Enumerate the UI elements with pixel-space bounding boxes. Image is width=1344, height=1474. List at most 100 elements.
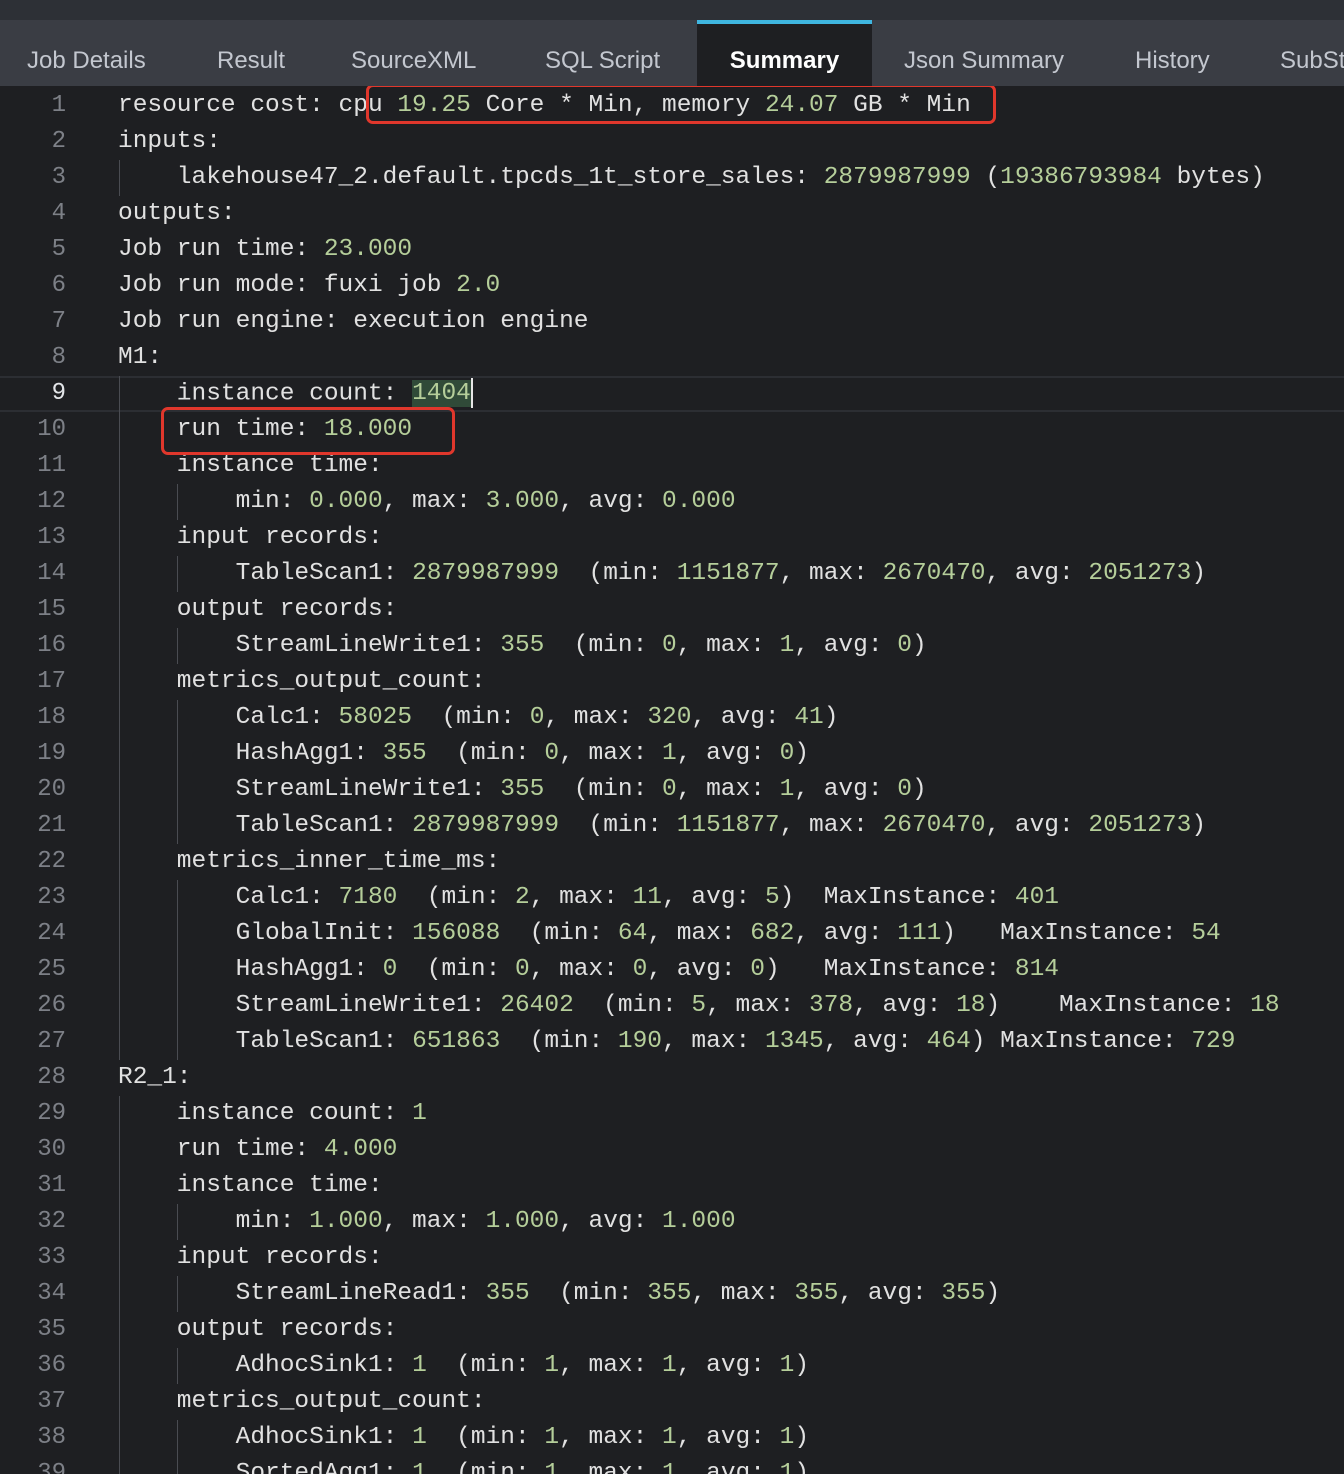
line-number: 24 [37,920,66,947]
code-line[interactable]: 27 TableScan1: 651863 (min: 190, max: 13… [0,1024,1344,1060]
code-line[interactable]: 12 min: 0.000, max: 3.000, avg: 0.000 [0,484,1344,520]
code-text: Job run mode: fuxi job 2.0 [118,272,501,299]
code-line[interactable]: 34 StreamLineRead1: 355 (min: 355, max: … [0,1276,1344,1312]
code-line[interactable]: 26 StreamLineWrite1: 26402 (min: 5, max:… [0,988,1344,1024]
line-number: 5 [51,236,66,263]
code-line[interactable]: 37 metrics_output_count: [0,1384,1344,1420]
code-text: min: 1.000, max: 1.000, avg: 1.000 [118,1208,736,1235]
code-text: TableScan1: 651863 (min: 190, max: 1345,… [118,1028,1236,1055]
annotation-box-run-time [161,407,455,455]
code-line[interactable]: 35 output records: [0,1312,1344,1348]
code-line[interactable]: 25 HashAgg1: 0 (min: 0, max: 0, avg: 0) … [0,952,1344,988]
indent-guide [177,880,178,1060]
code-text: instance time: [118,1172,383,1199]
summary-code-editor[interactable]: 1 resource cost: cpu 19.25 Core * Min, me… [0,86,1344,1474]
line-number: 29 [37,1100,66,1127]
indent-guide [177,1276,178,1312]
line-number: 10 [37,416,66,443]
code-text: SortedAgg1: 1 (min: 1, max: 1, avg: 1) [118,1460,810,1474]
code-line[interactable]: 22 metrics_inner_time_ms: [0,844,1344,880]
indent-guide [119,1096,120,1474]
code-line[interactable]: 36 AdhocSink1: 1 (min: 1, max: 1, avg: 1… [0,1348,1344,1384]
code-text: Calc1: 7180 (min: 2, max: 11, avg: 5) Ma… [118,884,1059,911]
code-line[interactable]: 33 input records: [0,1240,1344,1276]
code-line[interactable]: 24 GlobalInit: 156088 (min: 64, max: 682… [0,916,1344,952]
tab-sql-script[interactable]: SQL Script [545,20,660,86]
code-line[interactable]: 4 outputs: [0,196,1344,232]
line-number: 6 [51,272,66,299]
tab-job-details[interactable]: Job Details [27,20,146,86]
code-line[interactable]: 28 R2_1: [0,1060,1344,1096]
code-text: GlobalInit: 156088 (min: 64, max: 682, a… [118,920,1221,947]
line-number: 33 [37,1244,66,1271]
code-line[interactable]: 29 instance count: 1 [0,1096,1344,1132]
tab-history[interactable]: History [1135,20,1210,86]
line-number: 11 [37,452,66,479]
code-line[interactable]: 17 metrics_output_count: [0,664,1344,700]
text-cursor [470,378,473,408]
code-line[interactable]: 14 TableScan1: 2879987999 (min: 1151877,… [0,556,1344,592]
code-text: StreamLineWrite1: 355 (min: 0, max: 1, a… [118,776,927,803]
code-line[interactable]: 6 Job run mode: fuxi job 2.0 [0,268,1344,304]
line-number: 7 [51,308,66,335]
code-text: HashAgg1: 355 (min: 0, max: 1, avg: 0) [118,740,810,767]
tab-result[interactable]: Result [217,20,285,86]
code-line[interactable]: 7 Job run engine: execution engine [0,304,1344,340]
line-number: 9 [51,380,66,407]
indent-guide [177,700,178,844]
code-line[interactable]: 31 instance time: [0,1168,1344,1204]
code-line[interactable]: 5 Job run time: 23.000 [0,232,1344,268]
line-number: 16 [37,632,66,659]
indent-guide [119,376,120,1060]
tab-json-summary[interactable]: Json Summary [904,20,1064,86]
code-line[interactable]: 21 TableScan1: 2879987999 (min: 1151877,… [0,808,1344,844]
code-line[interactable]: 16 StreamLineWrite1: 355 (min: 0, max: 1… [0,628,1344,664]
code-line[interactable]: 23 Calc1: 7180 (min: 2, max: 11, avg: 5)… [0,880,1344,916]
code-line[interactable]: 13 input records: [0,520,1344,556]
indent-guide [177,556,178,592]
code-text: StreamLineRead1: 355 (min: 355, max: 355… [118,1280,1001,1307]
code-text: metrics_output_count: [118,668,486,695]
code-text: Calc1: 58025 (min: 0, max: 320, avg: 41) [118,704,839,731]
code-line[interactable]: 18 Calc1: 58025 (min: 0, max: 320, avg: … [0,700,1344,736]
code-text: inputs: [118,128,221,155]
line-number: 37 [37,1388,66,1415]
line-number: 32 [37,1208,66,1235]
code-text: M1: [118,344,163,371]
line-number: 8 [51,344,66,371]
code-text: metrics_output_count: [118,1388,486,1415]
code-line[interactable]: 19 HashAgg1: 355 (min: 0, max: 1, avg: 0… [0,736,1344,772]
code-line[interactable]: 20 StreamLineWrite1: 355 (min: 0, max: 1… [0,772,1344,808]
code-text: AdhocSink1: 1 (min: 1, max: 1, avg: 1) [118,1424,810,1451]
line-number: 34 [37,1280,66,1307]
indent-guide [177,484,178,520]
code-text: min: 0.000, max: 3.000, avg: 0.000 [118,488,736,515]
line-number: 4 [51,200,66,227]
code-line[interactable]: 3 lakehouse47_2.default.tpcds_1t_store_s… [0,160,1344,196]
line-number: 23 [37,884,66,911]
code-text: StreamLineWrite1: 355 (min: 0, max: 1, a… [118,632,927,659]
code-line[interactable]: 38 AdhocSink1: 1 (min: 1, max: 1, avg: 1… [0,1420,1344,1456]
line-number: 18 [37,704,66,731]
code-line[interactable]: 15 output records: [0,592,1344,628]
line-number: 20 [37,776,66,803]
line-number: 30 [37,1136,66,1163]
indent-guide [177,1420,178,1474]
line-number: 12 [37,488,66,515]
line-number: 15 [37,596,66,623]
window-top-strip [0,0,1344,20]
code-text: instance count: 1404 [118,378,473,410]
line-number: 25 [37,956,66,983]
line-number: 2 [51,128,66,155]
code-line[interactable]: 8 M1: [0,340,1344,376]
code-text: input records: [118,1244,383,1271]
code-line[interactable]: 32 min: 1.000, max: 1.000, avg: 1.000 [0,1204,1344,1240]
tab-substatus[interactable]: SubSt [1280,20,1344,86]
code-line[interactable]: 30 run time: 4.000 [0,1132,1344,1168]
code-line[interactable]: 39 SortedAgg1: 1 (min: 1, max: 1, avg: 1… [0,1456,1344,1474]
code-text: Job run time: 23.000 [118,236,413,263]
tab-summary[interactable]: Summary [697,20,872,86]
tab-sourcexml[interactable]: SourceXML [351,20,476,86]
code-line[interactable]: 2 inputs: [0,124,1344,160]
line-number: 17 [37,668,66,695]
